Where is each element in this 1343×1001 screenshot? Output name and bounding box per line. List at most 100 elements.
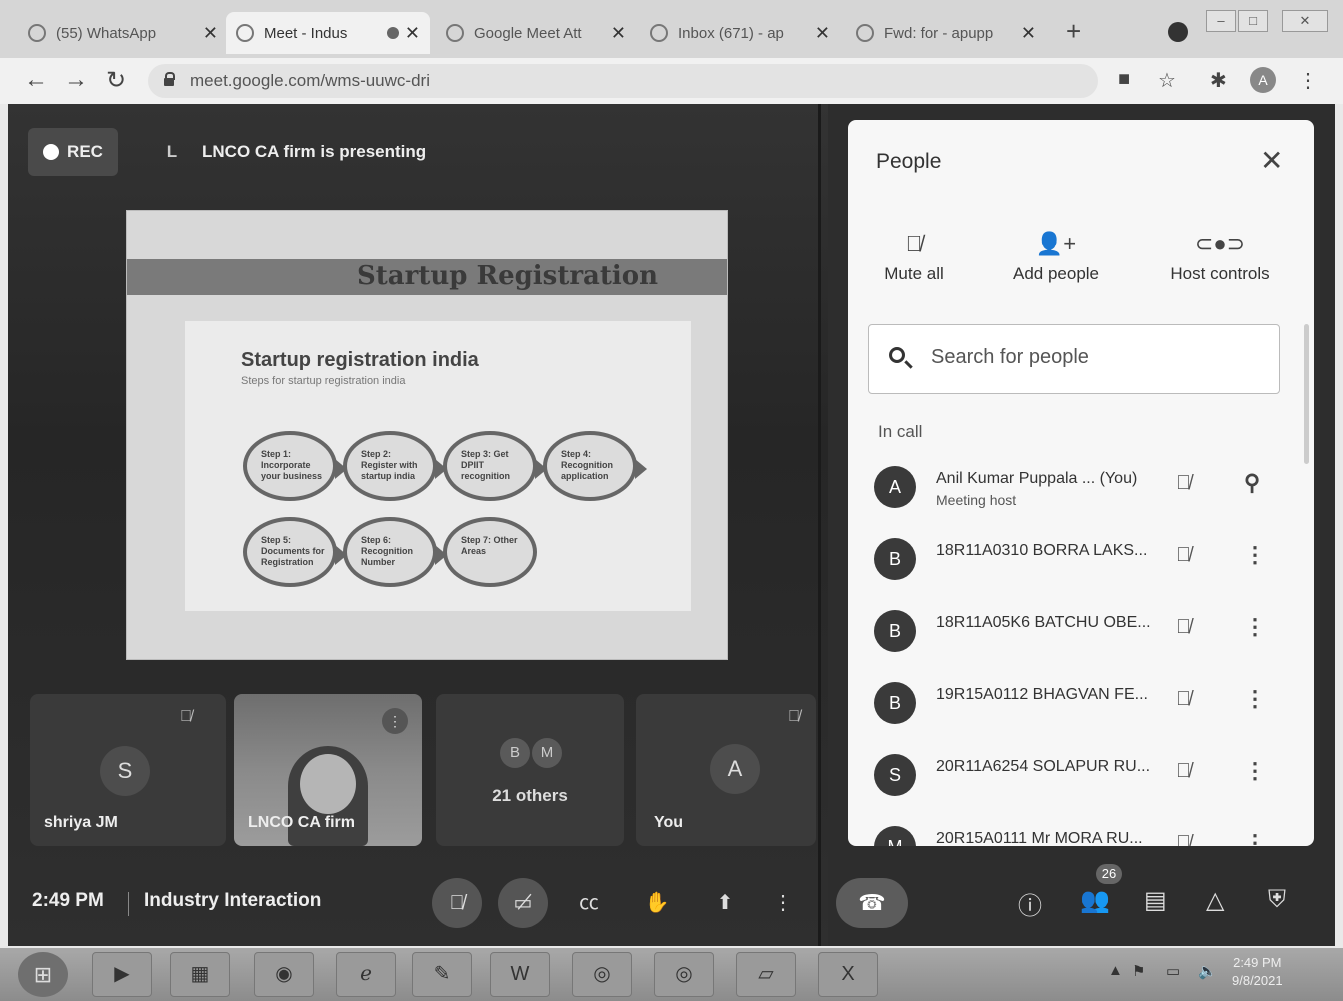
new-tab-button[interactable]: +: [1066, 16, 1081, 47]
mic-off-icon: 🎙̸: [905, 231, 923, 256]
chat-icon[interactable]: ▤: [1144, 886, 1167, 915]
more-options-icon[interactable]: ⋮: [1244, 830, 1266, 846]
more-options-icon[interactable]: ⋮: [1244, 758, 1266, 784]
activities-icon[interactable]: △: [1206, 886, 1224, 915]
reload-icon[interactable]: ↻: [106, 66, 126, 95]
star-icon[interactable]: ☆: [1158, 68, 1176, 93]
search-input[interactable]: [929, 345, 1263, 370]
pin-icon[interactable]: ⚲: [1244, 470, 1260, 496]
participant-row[interactable]: S 20R11A6254 SOLAPUR RU... 🎙̸ ⋮: [848, 746, 1314, 806]
word-icon[interactable]: W: [490, 952, 550, 997]
more-options-icon[interactable]: ⋮: [1244, 614, 1266, 640]
extensions-icon[interactable]: ✱: [1210, 68, 1227, 93]
host-shield-icon[interactable]: ⛨: [1268, 886, 1286, 914]
close-icon[interactable]: ✕: [405, 23, 420, 44]
leave-call-button[interactable]: ☎: [836, 878, 908, 928]
action-center-icon[interactable]: ⚑: [1132, 962, 1145, 980]
participant-tile-others[interactable]: B M 21 others: [436, 694, 624, 846]
slide-heading: Startup registration india: [241, 349, 479, 371]
avatar: M: [874, 826, 916, 846]
firefox-icon[interactable]: ◉: [254, 952, 314, 997]
present-screen-button[interactable]: ⬆: [700, 878, 750, 928]
close-icon[interactable]: ✕: [1260, 144, 1283, 177]
notes-icon[interactable]: ▱: [736, 952, 796, 997]
more-options-button[interactable]: ⋮: [768, 878, 798, 928]
participant-row[interactable]: B 19R15A0112 BHAGVAN FE... 🎙̸ ⋮: [848, 674, 1314, 734]
omnibox[interactable]: meet.google.com/wms-uuwc-dri: [148, 64, 1098, 98]
presenter-initial: L: [166, 142, 178, 161]
chrome-icon[interactable]: ◎: [654, 952, 714, 997]
close-icon[interactable]: ✕: [203, 23, 218, 44]
avatar: M: [532, 738, 562, 768]
participant-name: 18R11A0310 BORRA LAKS...: [936, 542, 1148, 559]
people-panel: People ✕ 🎙̸ Mute all 👤+ Add people ⊂●⊃ H…: [848, 120, 1314, 846]
participant-tile-shriya[interactable]: 🎙̸ S shriya JM: [30, 694, 226, 846]
step-label: Step 2: Register with startup india: [361, 449, 418, 481]
close-icon[interactable]: ✕: [815, 23, 830, 44]
recording-indicator-icon: [386, 27, 399, 39]
meeting-name: Industry Interaction: [144, 890, 322, 911]
menu-kebab-icon[interactable]: ⋮: [1298, 68, 1318, 93]
avatar: S: [100, 746, 150, 796]
tab-whatsapp[interactable]: (55) WhatsApp ✕: [18, 12, 228, 54]
action-label: Mute all: [884, 264, 944, 283]
action-label: Host controls: [1170, 264, 1270, 283]
tab-meet[interactable]: Meet - Indus ✕: [226, 12, 430, 54]
step-5: Step 5: Documents for Registration: [243, 517, 347, 587]
forward-arrow-icon[interactable]: →: [64, 66, 88, 94]
meeting-time: 2:49 PM: [32, 890, 104, 911]
search-box[interactable]: [868, 324, 1280, 394]
tray-expand-icon[interactable]: ▲: [1108, 962, 1123, 979]
tab-label: Google Meet Att: [474, 24, 582, 42]
captions-button[interactable]: ㏄: [564, 878, 614, 928]
internet-explorer-icon[interactable]: ℯ: [336, 952, 396, 997]
paint-icon[interactable]: ✎: [412, 952, 472, 997]
scrollbar[interactable]: [1304, 324, 1309, 464]
start-button[interactable]: ⊞: [18, 952, 68, 997]
participant-row[interactable]: B 18R11A05K6 BATCHU OBE... 🎙̸ ⋮: [848, 602, 1314, 662]
network-icon[interactable]: ▭: [1166, 962, 1180, 980]
participant-row[interactable]: M 20R15A0111 Mr MORA RU... 🎙̸ ⋮: [848, 818, 1314, 846]
profile-avatar[interactable]: A: [1250, 67, 1276, 93]
more-options-icon[interactable]: ⋮: [1244, 686, 1266, 712]
panel-title: People: [876, 150, 942, 173]
section-label: In call: [878, 422, 923, 441]
step-label: Step 4: Recognition application: [561, 449, 613, 481]
excel-icon[interactable]: X: [818, 952, 878, 997]
minimize-button[interactable]: –: [1206, 10, 1236, 32]
chrome-profile-icon[interactable]: [1168, 22, 1188, 42]
more-options-icon[interactable]: ⋮: [1244, 542, 1266, 568]
browser-tab-bar: (55) WhatsApp ✕ Meet - Indus ✕ Google Me…: [0, 0, 1343, 58]
step-1: Step 1: Incorporate your business: [243, 431, 347, 501]
people-icon[interactable]: 👥: [1080, 886, 1110, 915]
camera-toggle-button[interactable]: ▭̸: [498, 878, 548, 928]
participant-tile-you[interactable]: 🎙̸ A You: [636, 694, 816, 846]
media-player-icon[interactable]: ▶: [92, 952, 152, 997]
step-label: Step 6: Recognition Number: [361, 535, 413, 567]
speaking-indicator-icon: ⋮: [382, 708, 408, 734]
raise-hand-button[interactable]: ✋: [632, 878, 682, 928]
participant-row[interactable]: A Anil Kumar Puppala ... (You) Meeting h…: [848, 458, 1314, 518]
tab-fwd[interactable]: Fwd: for - apupp ✕: [846, 12, 1046, 54]
microphone-toggle-button[interactable]: 🎙̸: [432, 878, 482, 928]
participant-row[interactable]: B 18R11A0310 BORRA LAKS... 🎙̸ ⋮: [848, 530, 1314, 590]
back-arrow-icon[interactable]: ←: [24, 66, 48, 94]
meet-stage: REC L LNCO CA firm is presenting Startup…: [8, 104, 1335, 946]
add-people-button[interactable]: 👤+ Add people: [986, 224, 1126, 284]
tab-inbox[interactable]: Inbox (671) - ap ✕: [640, 12, 840, 54]
close-icon[interactable]: ✕: [611, 23, 626, 44]
mute-all-button[interactable]: 🎙̸ Mute all: [848, 224, 984, 284]
close-icon[interactable]: ✕: [1021, 23, 1036, 44]
file-explorer-icon[interactable]: ▦: [170, 952, 230, 997]
participant-tile-lnco[interactable]: ⋮ LNCO CA firm: [234, 694, 422, 846]
close-window-button[interactable]: ✕: [1282, 10, 1328, 32]
info-icon[interactable]: ⓘ: [1018, 886, 1042, 921]
system-clock[interactable]: 2:49 PM 9/8/2021: [1232, 954, 1283, 990]
host-controls-button[interactable]: ⊂●⊃ Host controls: [1150, 224, 1290, 284]
shared-slide: Startup Registration Startup registratio…: [126, 210, 728, 660]
tab-google-meet-attendance[interactable]: Google Meet Att ✕: [436, 12, 636, 54]
volume-icon[interactable]: 🔈: [1198, 962, 1217, 980]
maximize-button[interactable]: □: [1238, 10, 1268, 32]
camera-icon[interactable]: ■: [1118, 68, 1130, 91]
chrome-icon[interactable]: ◎: [572, 952, 632, 997]
